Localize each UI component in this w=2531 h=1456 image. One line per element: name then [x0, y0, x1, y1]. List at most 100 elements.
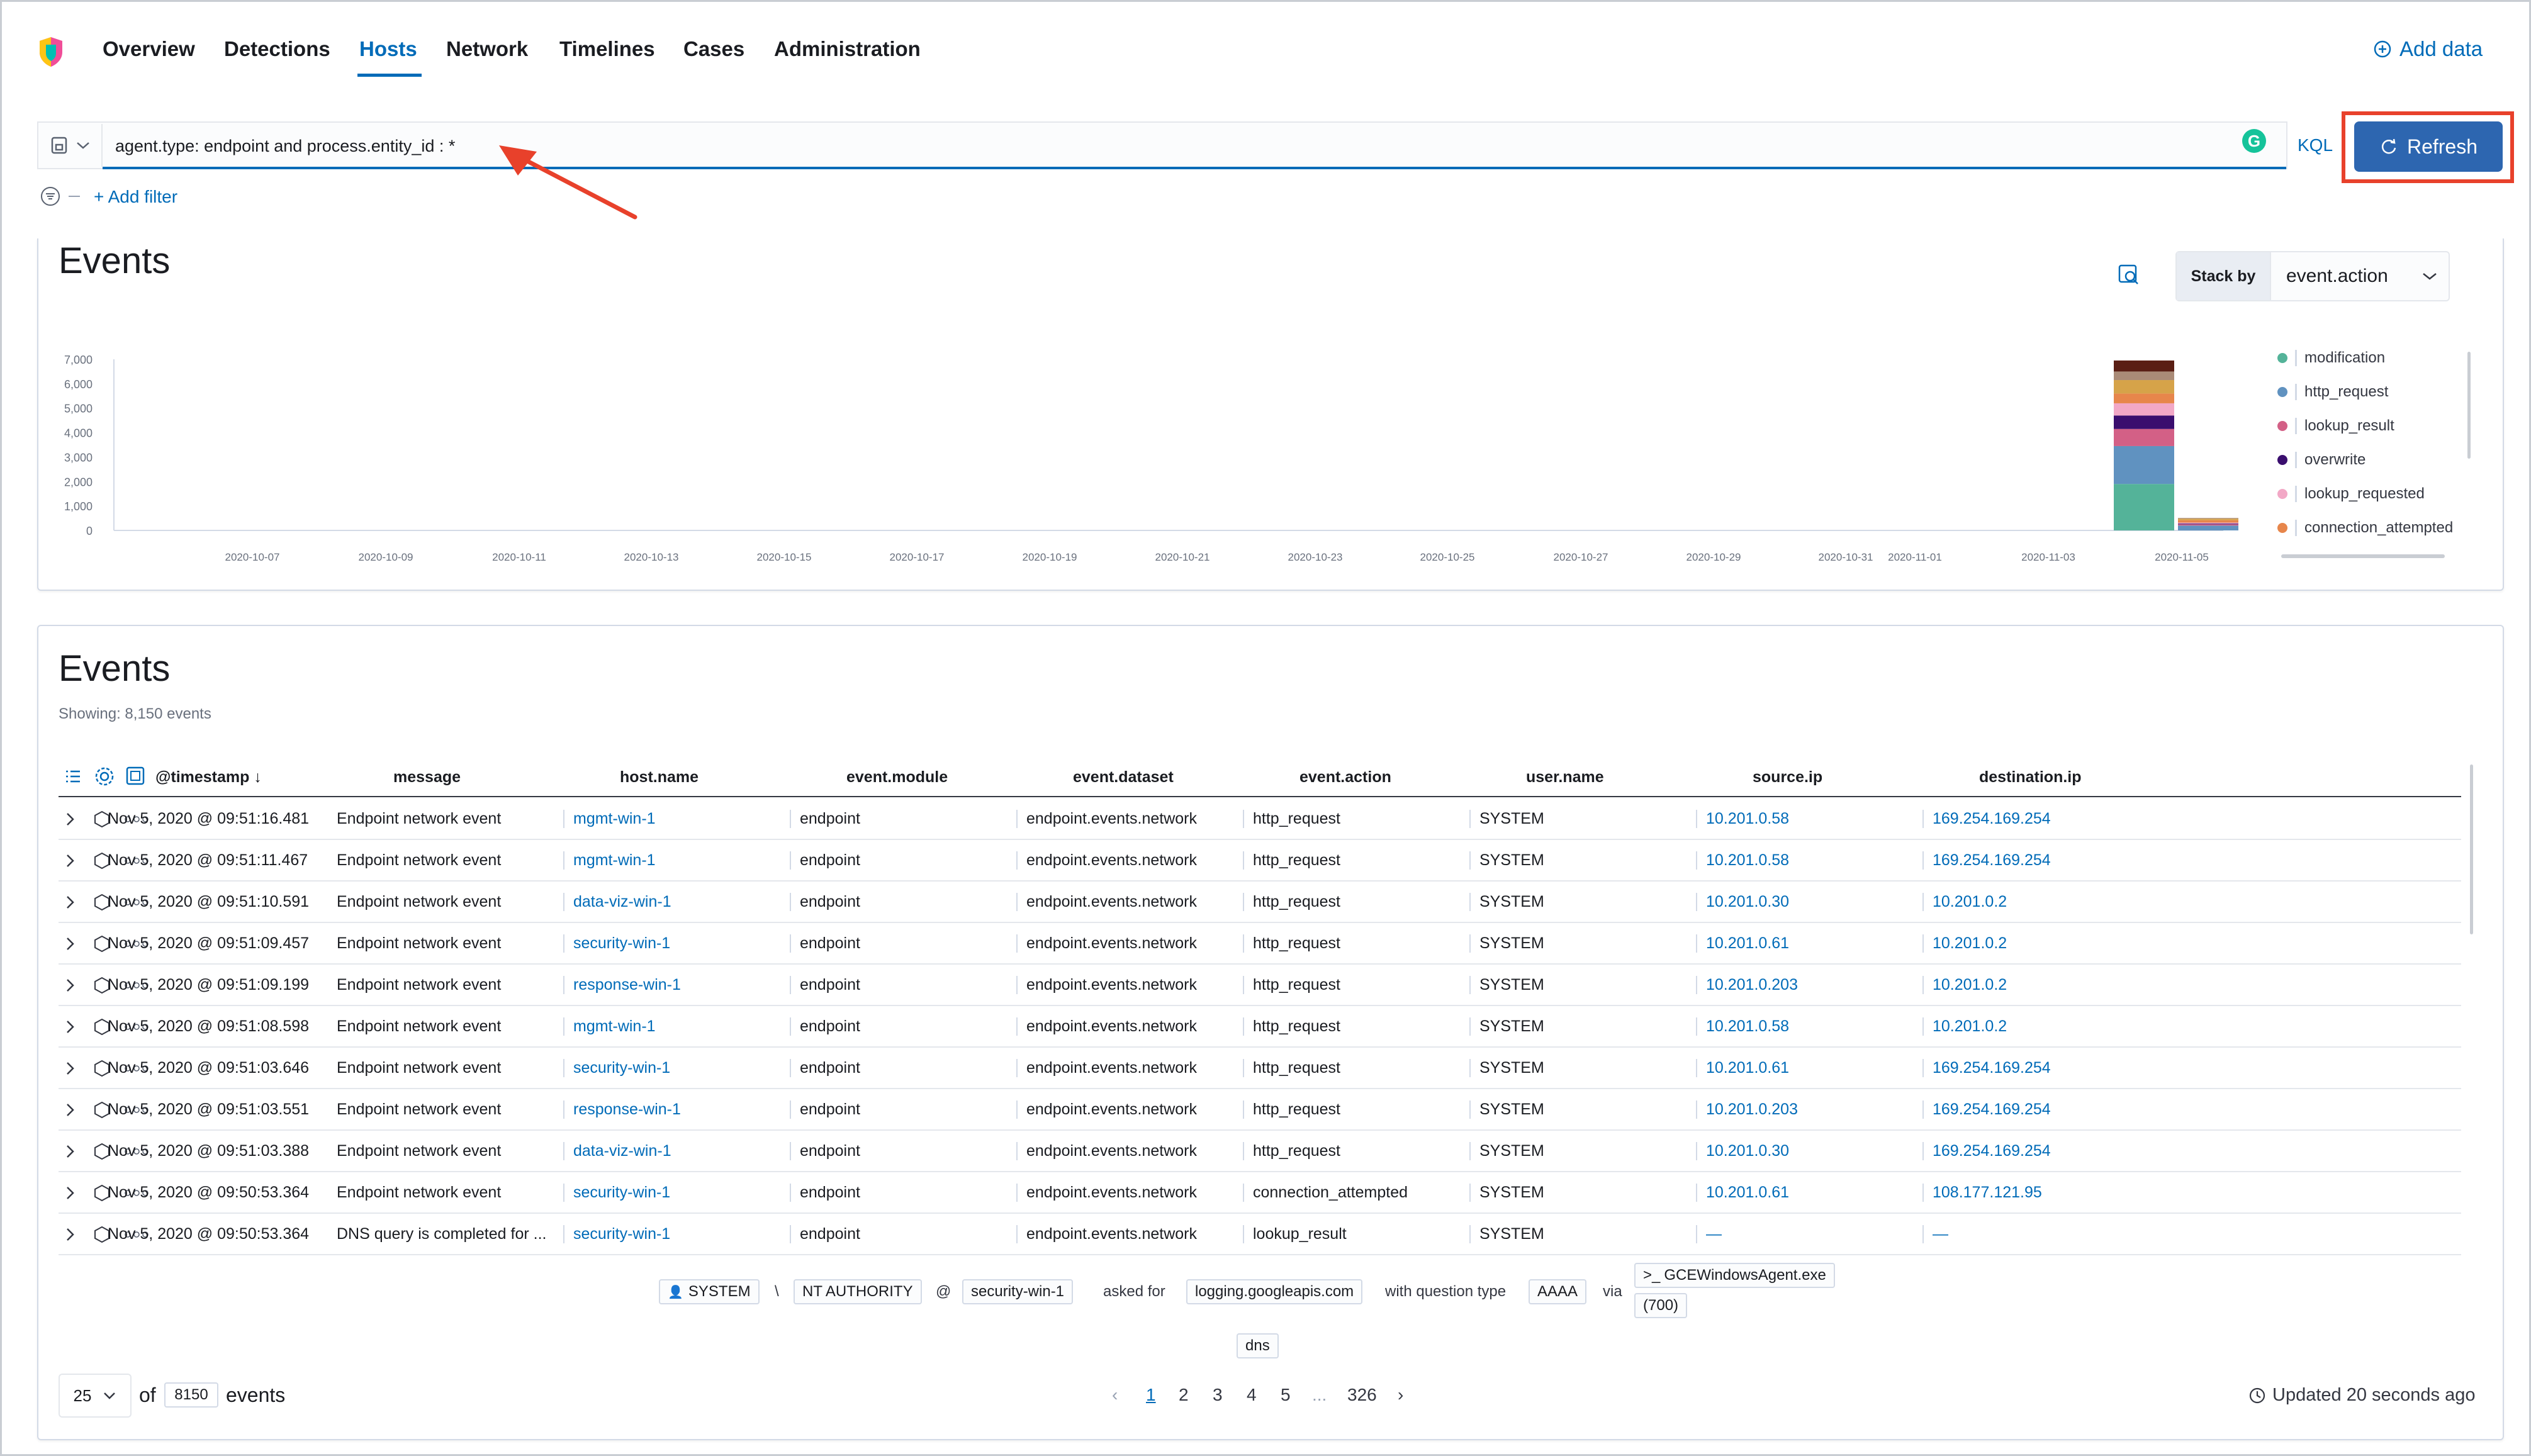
cell-destination-ip[interactable]: — — [1922, 1225, 1948, 1243]
tab-network[interactable]: Network — [446, 37, 528, 61]
cell-source-ip[interactable]: 10.201.0.58 — [1696, 810, 1789, 828]
cell-source-ip[interactable]: 10.201.0.61 — [1696, 934, 1789, 953]
column-header-message[interactable]: message — [393, 768, 461, 787]
stack-by-select[interactable]: Stack by event.action — [2175, 251, 2450, 301]
cell-source-ip[interactable]: 10.201.0.58 — [1696, 851, 1789, 870]
column-header-timestamp[interactable]: @timestamp ↓ — [155, 768, 262, 787]
legend-item[interactable]: lookup_result — [2277, 417, 2394, 435]
cell-destination-ip[interactable]: 169.254.169.254 — [1922, 1100, 2051, 1119]
column-header-event-dataset[interactable]: event.dataset — [1073, 768, 1174, 787]
table-row[interactable]: Nov 5, 2020 @ 09:51:03.388 Endpoint netwo… — [59, 1131, 2461, 1172]
legend-item[interactable]: http_request — [2277, 383, 2388, 401]
page-4[interactable]: 4 — [1247, 1385, 1257, 1405]
bar-segment-connection_attempted[interactable] — [2178, 520, 2238, 523]
bar-segment-connection_attempted[interactable] — [2114, 393, 2174, 403]
page-1[interactable]: 1 — [1146, 1385, 1156, 1405]
cell-host-name[interactable]: security-win-1 — [563, 1059, 670, 1077]
expand-row-chevron-icon[interactable] — [64, 1060, 77, 1077]
column-header-source-ip[interactable]: source.ip — [1753, 768, 1822, 787]
cell-destination-ip[interactable]: 108.177.121.95 — [1922, 1184, 2042, 1202]
cell-destination-ip[interactable]: 169.254.169.254 — [1922, 851, 2051, 870]
chevron-right-icon[interactable]: › — [1398, 1385, 1403, 1405]
dns-pid-badge[interactable]: (700) — [1634, 1293, 1688, 1318]
expand-row-chevron-icon[interactable] — [64, 977, 77, 994]
cell-source-ip[interactable]: 10.201.0.61 — [1696, 1184, 1789, 1202]
cell-source-ip[interactable]: 10.201.0.30 — [1696, 893, 1789, 911]
bar-segment-lookup_requested[interactable] — [2178, 522, 2238, 524]
bar-segment-lookup_result[interactable] — [2114, 428, 2174, 446]
cell-source-ip[interactable]: 10.201.0.30 — [1696, 1142, 1789, 1160]
cell-destination-ip[interactable]: 169.254.169.254 — [1922, 1059, 2051, 1077]
table-scrollbar[interactable] — [2470, 764, 2473, 934]
cell-host-name[interactable]: mgmt-win-1 — [563, 851, 656, 870]
cell-destination-ip[interactable]: 169.254.169.254 — [1922, 1142, 2051, 1160]
bar-segment-lookup_requested[interactable] — [2114, 403, 2174, 416]
expand-row-chevron-icon[interactable] — [64, 853, 77, 869]
cell-host-name[interactable]: response-win-1 — [563, 976, 681, 994]
table-row[interactable]: Nov 5, 2020 @ 09:51:09.199 Endpoint netwo… — [59, 965, 2461, 1006]
cell-source-ip[interactable]: 10.201.0.61 — [1696, 1059, 1789, 1077]
tab-timelines[interactable]: Timelines — [559, 37, 655, 61]
table-row[interactable]: Nov 5, 2020 @ 09:50:53.364 Endpoint netwo… — [59, 1172, 2461, 1214]
bar-segment-other_3[interactable] — [2114, 360, 2174, 372]
dns-query-badge[interactable]: logging.googleapis.com — [1186, 1279, 1363, 1304]
dns-process-badge[interactable]: >_ GCEWindowsAgent.exe — [1634, 1263, 1835, 1288]
cell-destination-ip[interactable]: 10.201.0.2 — [1922, 976, 2007, 994]
legend-horizontal-scrollbar[interactable] — [2281, 554, 2445, 558]
saved-query-button[interactable] — [40, 124, 103, 167]
cell-source-ip[interactable]: 10.201.0.203 — [1696, 1100, 1798, 1119]
expand-row-chevron-icon[interactable] — [64, 1143, 77, 1160]
legend-scrollbar[interactable] — [2467, 352, 2471, 459]
gear-icon[interactable] — [94, 766, 115, 787]
tab-cases[interactable]: Cases — [683, 37, 744, 61]
cell-host-name[interactable]: mgmt-win-1 — [563, 810, 656, 828]
expand-row-chevron-icon[interactable] — [64, 1226, 77, 1243]
tab-administration[interactable]: Administration — [774, 37, 921, 61]
tab-detections[interactable]: Detections — [224, 37, 330, 61]
table-row[interactable]: Nov 5, 2020 @ 09:50:53.364 DNS query is c… — [59, 1214, 2461, 1255]
bar-segment-other_2[interactable] — [2114, 371, 2174, 381]
bar-segment-modification[interactable] — [2114, 484, 2174, 530]
bar-segment-http_request[interactable] — [2178, 525, 2238, 530]
bar-segment-http_request[interactable] — [2114, 445, 2174, 484]
dns-domain-badge[interactable]: NT AUTHORITY — [794, 1279, 922, 1304]
add-filter-button[interactable]: + Add filter — [94, 187, 177, 207]
table-row[interactable]: Nov 5, 2020 @ 09:51:16.481 Endpoint netwo… — [59, 798, 2461, 840]
column-header-event-module[interactable]: event.module — [846, 768, 948, 787]
query-input[interactable]: agent.type: endpoint and process.entity_… — [115, 137, 455, 156]
column-header-host-name[interactable]: host.name — [620, 768, 699, 787]
table-row[interactable]: Nov 5, 2020 @ 09:51:10.591 Endpoint netwo… — [59, 882, 2461, 923]
dns-protocol-badge[interactable]: dns — [1237, 1333, 1279, 1358]
table-row[interactable]: Nov 5, 2020 @ 09:51:03.551 Endpoint netwo… — [59, 1089, 2461, 1131]
grammarly-icon[interactable]: G — [2242, 129, 2266, 153]
page-5[interactable]: 5 — [1281, 1385, 1291, 1405]
fullscreen-icon[interactable] — [125, 766, 145, 786]
table-row[interactable]: Nov 5, 2020 @ 09:51:08.598 Endpoint netwo… — [59, 1006, 2461, 1048]
tab-hosts[interactable]: Hosts — [359, 37, 417, 61]
cell-source-ip[interactable]: — — [1696, 1225, 1722, 1243]
page-326[interactable]: 326 — [1347, 1385, 1377, 1405]
column-header-event-action[interactable]: event.action — [1299, 768, 1391, 787]
column-list-icon[interactable] — [64, 767, 82, 786]
legend-item[interactable]: connection_attempted — [2277, 519, 2453, 537]
legend-item[interactable]: modification — [2277, 349, 2385, 367]
page-2[interactable]: 2 — [1179, 1385, 1189, 1405]
cell-host-name[interactable]: mgmt-win-1 — [563, 1017, 656, 1036]
dns-host-badge[interactable]: security-win-1 — [962, 1279, 1074, 1304]
bar-segment-lookup_result[interactable] — [2178, 524, 2238, 526]
cell-host-name[interactable]: security-win-1 — [563, 1225, 670, 1243]
expand-row-chevron-icon[interactable] — [64, 811, 77, 827]
expand-row-chevron-icon[interactable] — [64, 1019, 77, 1035]
expand-row-chevron-icon[interactable] — [64, 894, 77, 910]
expand-row-chevron-icon[interactable] — [64, 1102, 77, 1118]
cell-host-name[interactable]: response-win-1 — [563, 1100, 681, 1119]
cell-host-name[interactable]: security-win-1 — [563, 934, 670, 953]
dns-qtype-badge[interactable]: AAAA — [1529, 1279, 1587, 1304]
column-header-destination-ip[interactable]: destination.ip — [1979, 768, 2082, 787]
bar-segment-other_1[interactable] — [2114, 380, 2174, 394]
table-row[interactable]: Nov 5, 2020 @ 09:51:03.646 Endpoint netwo… — [59, 1048, 2461, 1089]
cell-destination-ip[interactable]: 10.201.0.2 — [1922, 1017, 2007, 1036]
table-row[interactable]: Nov 5, 2020 @ 09:51:11.467 Endpoint netwo… — [59, 840, 2461, 882]
kql-language-toggle[interactable]: KQL — [2298, 135, 2333, 155]
table-row[interactable]: Nov 5, 2020 @ 09:51:09.457 Endpoint netwo… — [59, 923, 2461, 965]
